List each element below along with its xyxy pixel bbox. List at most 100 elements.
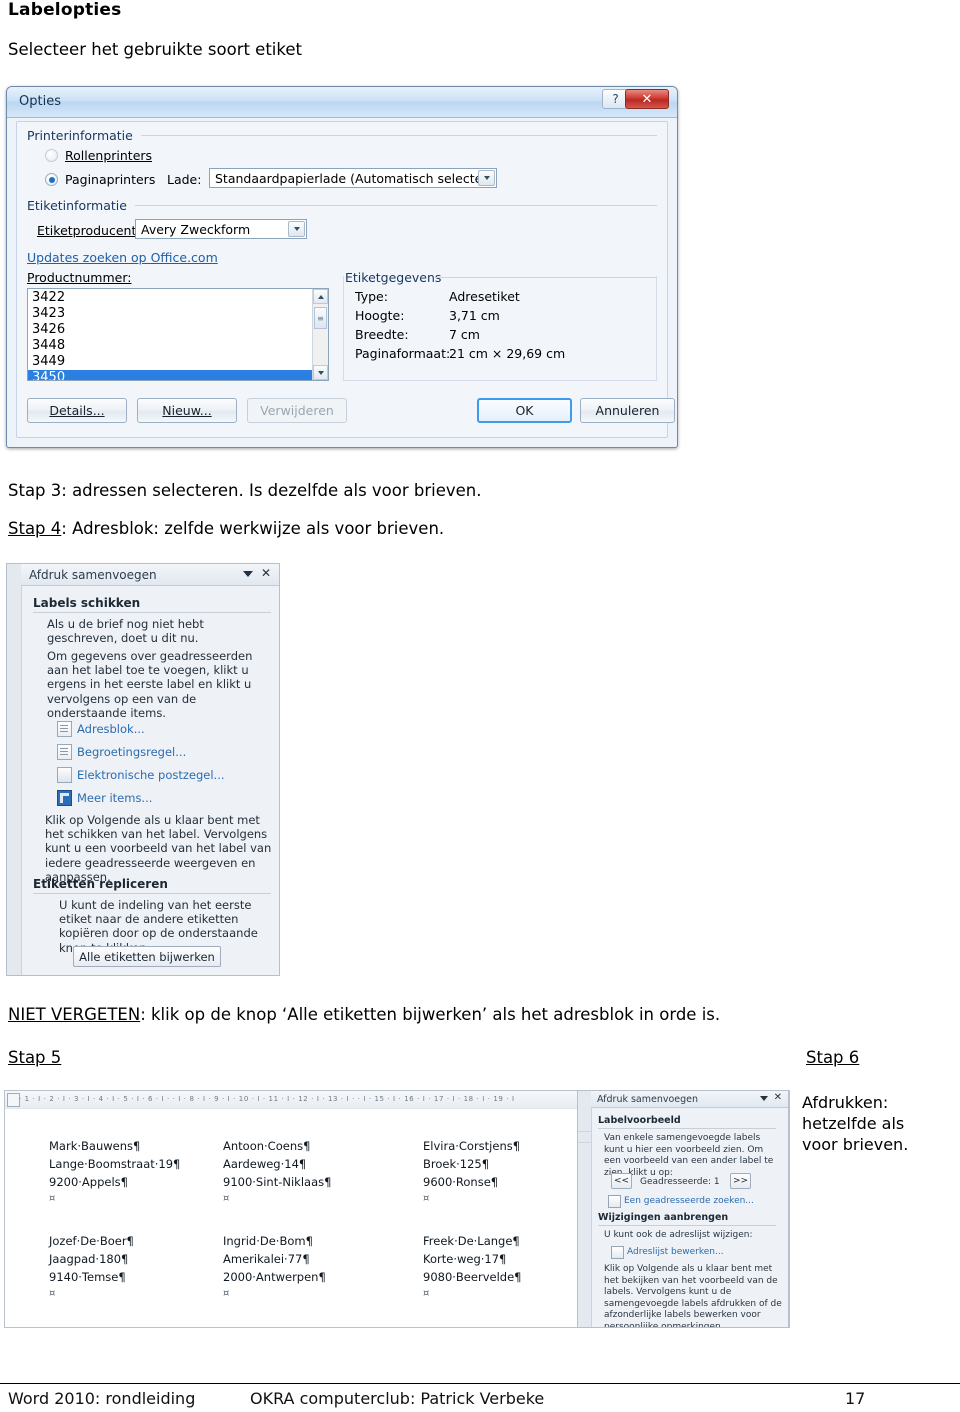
updates-link[interactable]: Updates zoeken op Office.com	[27, 250, 218, 265]
close-icon[interactable]: ✕	[625, 89, 669, 109]
scroll-up-icon[interactable]	[313, 289, 328, 304]
label-line: 9600·Ronse¶	[423, 1175, 499, 1189]
label-cell[interactable]: Antoon·Coens¶ Aardeweg·14¶ 9100·Sint-Nik…	[223, 1137, 331, 1191]
label-cell[interactable]: Elvira·Corstjens¶ Broek·125¶ 9600·Ronse¶	[423, 1137, 520, 1191]
more-items-link[interactable]: Meer items...	[77, 791, 152, 805]
label-line: 9140·Temse¶	[49, 1270, 126, 1284]
list-item[interactable]: 3448	[28, 338, 312, 354]
label-line: Ingrid·De·Bom¶	[223, 1234, 313, 1248]
scroll-down-icon[interactable]	[313, 365, 328, 380]
page-root: Labelopties Selecteer het gebruikte soor…	[0, 0, 960, 1412]
label-line: Amerikalei·77¶	[223, 1252, 310, 1266]
radio-page-printers[interactable]	[45, 173, 58, 186]
chevron-down-icon[interactable]	[243, 571, 253, 577]
mail-merge-task-pane: Afdruk samenvoegen ✕ Labels schikken Als…	[6, 563, 280, 976]
label-cell[interactable]: Jozef·De·Boer¶ Jaagpad·180¶ 9140·Temse¶	[49, 1232, 134, 1286]
dialog-body: Printerinformatie Rollenprinters Paginap…	[16, 121, 675, 438]
close-icon[interactable]: ✕	[774, 1092, 782, 1103]
tray-combobox[interactable]: Standaardpapierlade (Automatisch selecte…	[209, 168, 497, 188]
radio-page-printers-label: Paginaprinters	[65, 172, 156, 187]
pane-rule-2	[33, 893, 271, 894]
document-icon	[57, 721, 72, 737]
label-group-legend: Etiketinformatie	[27, 198, 127, 213]
label-line: 9200·Appels¶	[49, 1175, 128, 1189]
chevron-down-icon[interactable]	[288, 221, 305, 237]
radio-roll-printers-label: Rollenprinters	[65, 148, 153, 163]
pane-rule-2	[598, 1225, 776, 1226]
next-recipient-button[interactable]: >>	[730, 1173, 751, 1189]
cell-end-marker: ¤	[49, 1193, 56, 1204]
detail-key-pagesize: Paginaformaat:	[355, 346, 451, 361]
step6-caption: Afdrukken: hetzelfde als voor brieven.	[802, 1092, 908, 1155]
footer-page-number: 17	[845, 1389, 866, 1408]
tray-label: Lade:	[167, 172, 202, 187]
step6-caption-line: Afdrukken:	[802, 1093, 889, 1112]
pane-section-heading-2: Wijzigingen aanbrengen	[598, 1212, 729, 1223]
list-item[interactable]: 3422	[28, 290, 312, 306]
ok-button[interactable]: OK	[477, 398, 572, 423]
tray-value: Standaardpapierlade (Automatisch selecte…	[215, 170, 496, 186]
update-all-labels-button[interactable]: Alle etiketten bijwerken	[73, 946, 221, 967]
pane-left-edge	[578, 1091, 592, 1327]
label-line: Mark·Bauwens¶	[49, 1139, 141, 1153]
pane-paragraph-3: Klik op Volgende als u klaar bent met he…	[604, 1264, 782, 1328]
pane-scroll-handle[interactable]	[578, 1131, 591, 1143]
list-item[interactable]: 3449	[28, 354, 312, 370]
step6-caption-line: hetzelfde als	[802, 1114, 905, 1133]
niet-vergeten-prefix: NIET VERGETEN	[8, 1005, 141, 1024]
pane-paragraph-2: U kunt ook de adreslijst wijzigen:	[604, 1230, 753, 1240]
label-cell[interactable]: Freek·De·Lange¶ Korte·weg·17¶ 9080·Beerv…	[423, 1232, 521, 1286]
footer-center: OKRA computerclub: Patrick Verbeke	[250, 1389, 545, 1408]
pane-title: Afdruk samenvoegen	[597, 1094, 699, 1105]
cell-end-marker: ¤	[49, 1288, 56, 1299]
product-list[interactable]: 3422 3423 3426 3448 3449 3450	[28, 289, 312, 380]
pane-left-edge	[7, 564, 22, 975]
chevron-down-icon[interactable]	[478, 170, 495, 186]
step5-label: Stap 5	[8, 1048, 62, 1067]
label-cell[interactable]: Mark·Bauwens¶ Lange·Boomstraat·19¶ 9200·…	[49, 1137, 180, 1191]
close-icon[interactable]: ✕	[261, 566, 271, 580]
label-line: Freek·De·Lange¶	[423, 1234, 520, 1248]
list-item[interactable]: 3423	[28, 306, 312, 322]
delete-button-label: Verwijderen	[260, 403, 334, 418]
pane-paragraph-2: Om gegevens over geadresseerden aan het …	[47, 649, 253, 720]
pane-inner: Afdruk samenvoegen ✕ Labels schikken Als…	[21, 564, 279, 975]
niet-vergeten-text: NIET VERGETEN: klik op de knop ‘Alle eti…	[8, 1005, 720, 1026]
details-button[interactable]: Details...	[27, 398, 127, 423]
new-button[interactable]: Nieuw...	[137, 398, 237, 423]
label-group-rule	[135, 205, 657, 206]
scrollbar-thumb[interactable]: ≡	[314, 307, 327, 329]
step4-rest: : Adresblok: zelfde werkwijze als voor b…	[61, 519, 445, 538]
listbox-scrollbar[interactable]: ≡	[312, 289, 328, 380]
pane-paragraph-1: Als u de brief nog niet hebt geschreven,…	[47, 617, 204, 646]
page-subtitle: Selecteer het gebruikte soort etiket	[8, 40, 302, 59]
chevron-down-icon[interactable]	[760, 1096, 768, 1101]
dialog-titlebar: Opties ? ✕	[7, 87, 677, 118]
product-number-label: Productnummer:	[27, 270, 132, 285]
label-cell[interactable]: Ingrid·De·Bom¶ Amerikalei·77¶ 2000·Antwe…	[223, 1232, 326, 1286]
niet-vergeten-rest: : klik op de knop ‘Alle etiketten bijwer…	[140, 1005, 721, 1024]
detail-value-height: 3,71 cm	[449, 308, 500, 323]
vendor-combobox[interactable]: Avery Zweckform	[135, 219, 307, 239]
cancel-button[interactable]: Annuleren	[580, 398, 675, 423]
label-options-dialog: Opties ? ✕ Printerinformatie Rollenprint…	[6, 86, 678, 448]
label-line: Antoon·Coens¶	[223, 1139, 311, 1153]
product-number-listbox[interactable]: 3422 3423 3426 3448 3449 3450 ≡	[27, 288, 329, 381]
list-item-selected[interactable]: 3450	[28, 370, 312, 380]
detail-key-width: Breedte:	[355, 327, 409, 342]
detail-value-type: Adresetiket	[449, 289, 520, 304]
edit-recipient-list-link[interactable]: Adreslijst bewerken...	[627, 1247, 724, 1257]
electronic-postage-link[interactable]: Elektronische postzegel...	[77, 768, 225, 782]
radio-roll-printers[interactable]	[45, 149, 58, 162]
previous-recipient-button[interactable]: <<	[611, 1173, 632, 1189]
label-preview-task-pane: Afdruk samenvoegen ✕ Labelvoorbeeld Van …	[577, 1090, 789, 1328]
pane-rule-1	[598, 1128, 776, 1129]
list-item[interactable]: 3426	[28, 322, 312, 338]
find-recipient-link[interactable]: Een geadresseerde zoeken...	[624, 1196, 754, 1206]
find-recipient-icon	[608, 1195, 621, 1208]
greeting-line-link[interactable]: Begroetingsregel...	[77, 745, 186, 759]
detail-value-width: 7 cm	[449, 327, 480, 342]
footer-divider	[0, 1383, 960, 1384]
address-block-link[interactable]: Adresblok...	[77, 722, 145, 736]
ok-button-label: OK	[515, 403, 534, 418]
